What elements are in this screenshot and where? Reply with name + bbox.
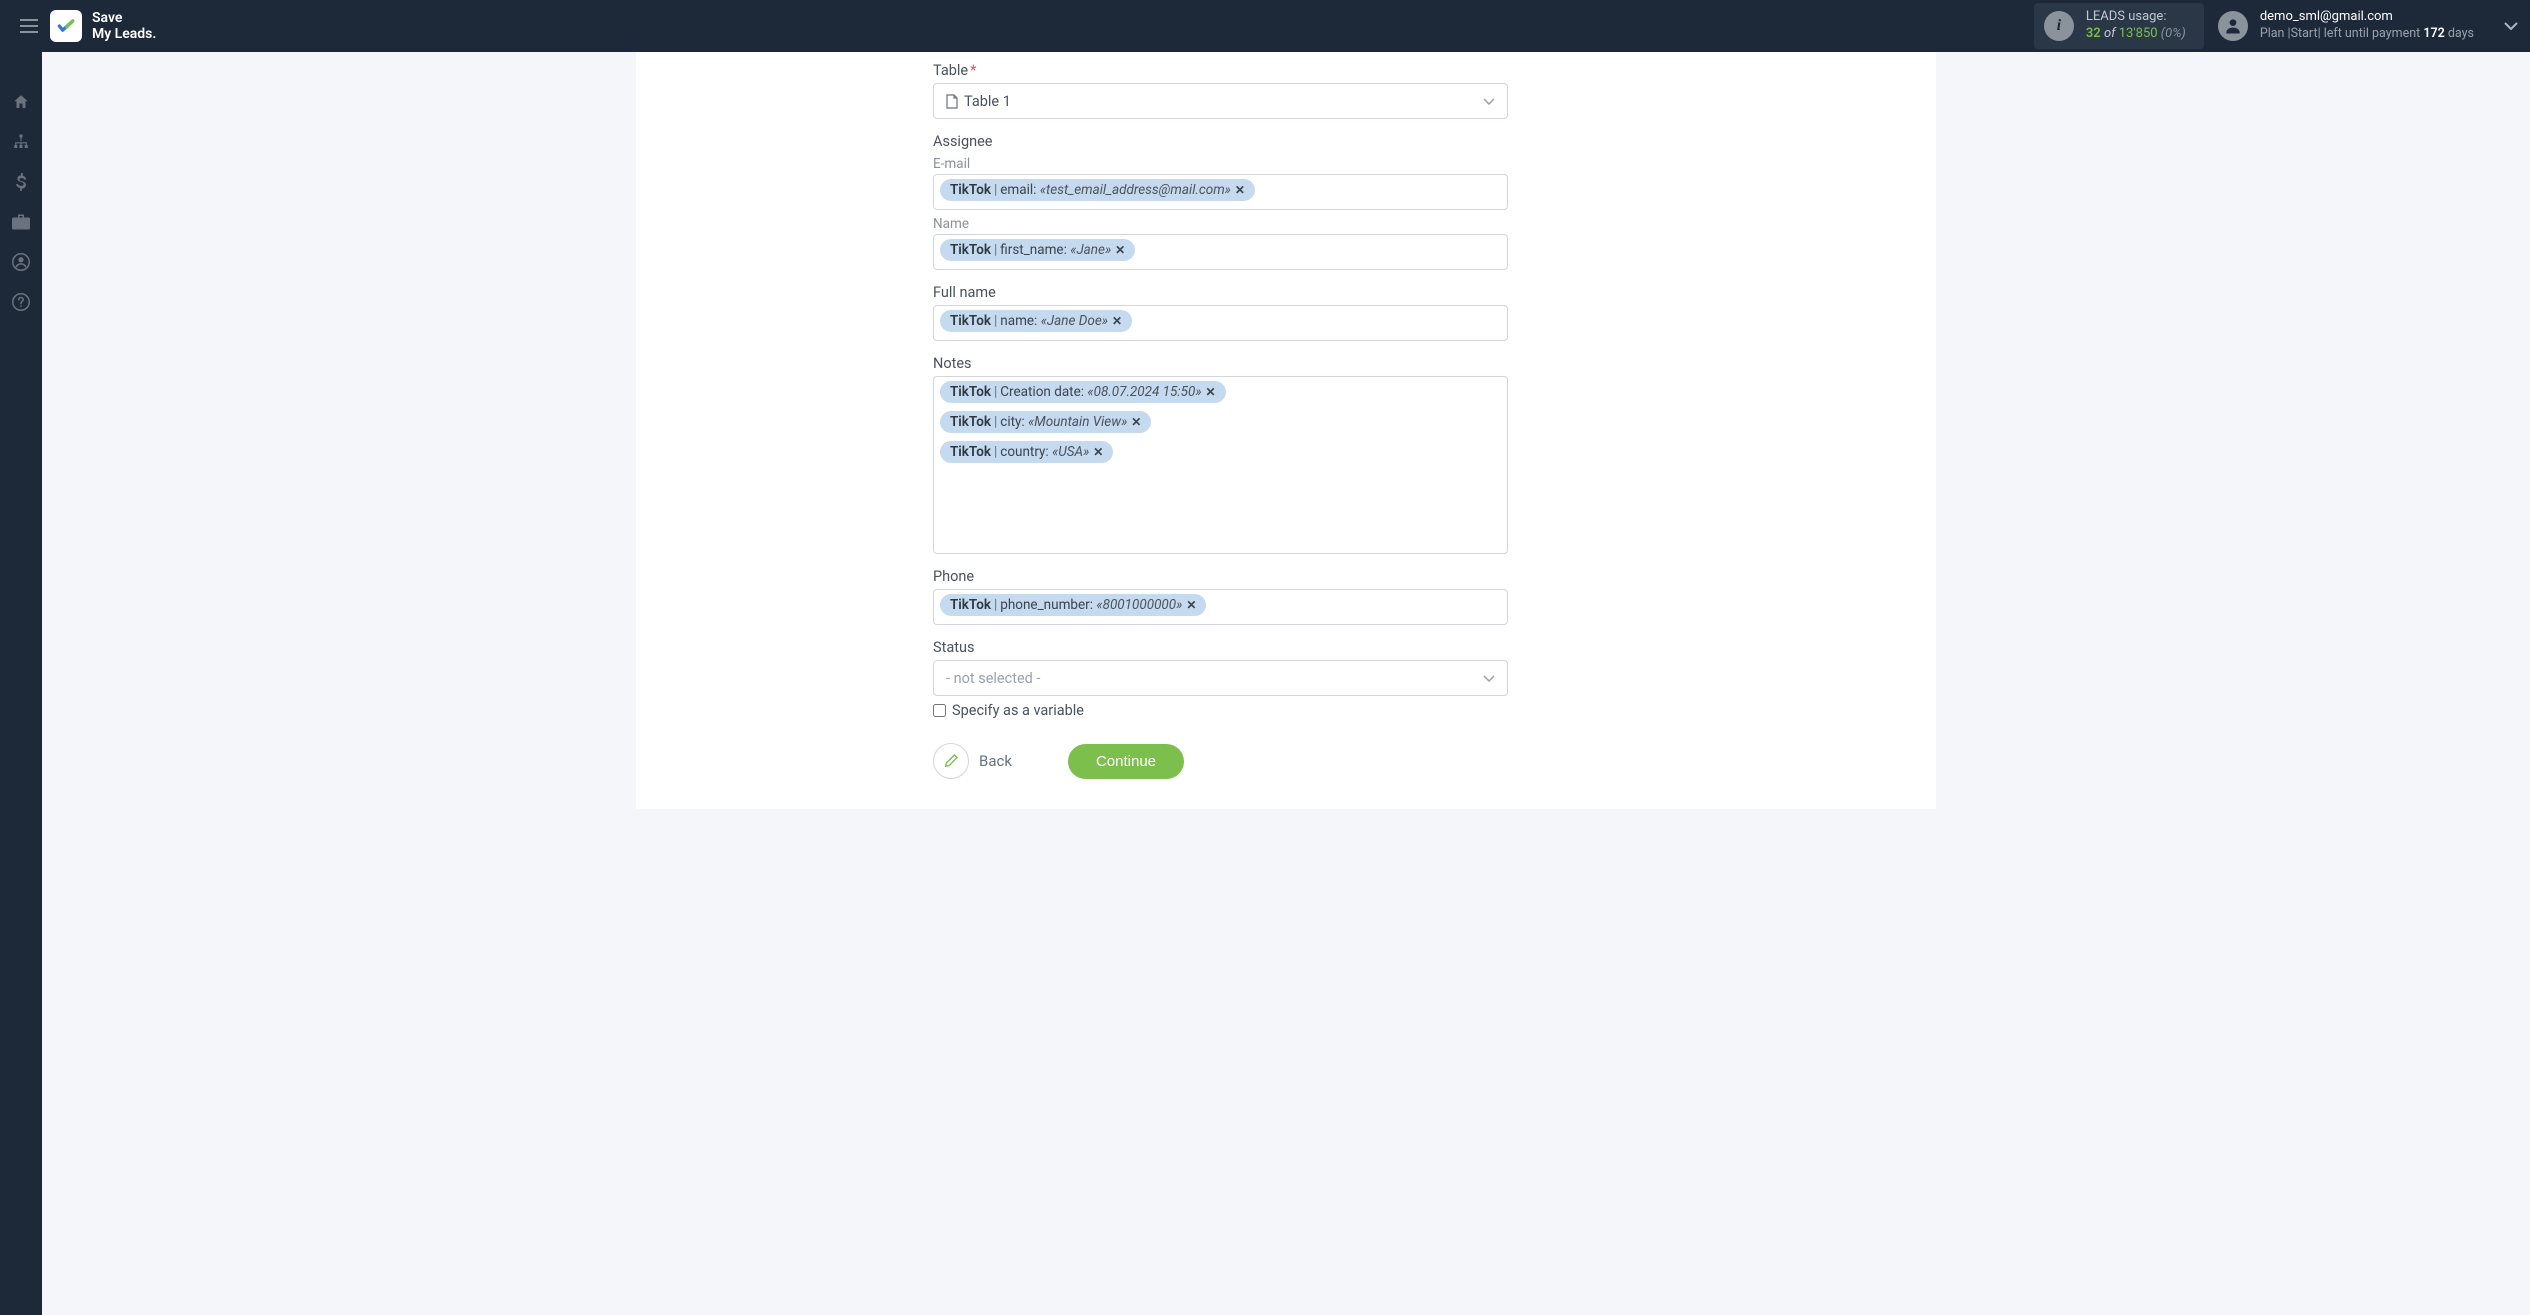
table-value: Table 1 [964, 93, 1011, 110]
status-placeholder: - not selected - [946, 670, 1040, 687]
leads-usage-box[interactable]: i LEADS usage: 32 of 13'850 (0%) [2034, 3, 2204, 49]
chevron-down-icon [2504, 22, 2518, 30]
notes-tag-0[interactable]: TikTok| Creation date: «08.07.2024 15:50… [940, 381, 1226, 403]
chevron-down-icon [1483, 675, 1495, 682]
assignee-label: Assignee [933, 133, 1508, 150]
notes-tag-1[interactable]: TikTok| city: «Mountain View» ✕ [940, 411, 1151, 433]
phone-label: Phone [933, 568, 1508, 585]
sidebar-item-briefcase[interactable] [0, 202, 42, 242]
notes-tag-2[interactable]: TikTok| country: «USA» ✕ [940, 441, 1113, 463]
edit-icon [933, 743, 969, 779]
status-label: Status [933, 639, 1508, 656]
remove-tag-icon[interactable]: ✕ [1115, 243, 1125, 257]
remove-tag-icon[interactable]: ✕ [1186, 598, 1196, 612]
sidebar [0, 52, 42, 1315]
chevron-down-icon [1483, 98, 1495, 105]
info-icon: i [2044, 11, 2074, 41]
remove-tag-icon[interactable]: ✕ [1235, 183, 1245, 197]
sidebar-item-home[interactable] [0, 82, 42, 122]
fullname-tag[interactable]: TikTok| name: «Jane Doe» ✕ [940, 310, 1132, 332]
email-label: E-mail [933, 156, 1508, 172]
sidebar-item-billing[interactable] [0, 162, 42, 202]
user-plan: Plan |Start| left until payment 172 days [2260, 26, 2474, 42]
app-header: Save My Leads. i LEADS usage: 32 of 13'8… [0, 0, 2530, 52]
usage-label: LEADS usage: [2086, 9, 2186, 26]
table-select[interactable]: Table 1 [933, 83, 1508, 119]
sidebar-item-integrations[interactable] [0, 122, 42, 162]
user-email: demo_sml@gmail.com [2260, 9, 2474, 26]
phone-input[interactable]: TikTok| phone_number: «8001000000» ✕ [933, 589, 1508, 625]
remove-tag-icon[interactable]: ✕ [1093, 445, 1103, 459]
email-input[interactable]: TikTok| email: «test_email_address@mail.… [933, 174, 1508, 210]
file-icon [946, 94, 958, 109]
name-input[interactable]: TikTok| first_name: «Jane» ✕ [933, 234, 1508, 270]
remove-tag-icon[interactable]: ✕ [1112, 314, 1122, 328]
app-logo[interactable] [50, 10, 82, 42]
notes-input[interactable]: TikTok| Creation date: «08.07.2024 15:50… [933, 376, 1508, 554]
back-button[interactable]: Back [933, 743, 1012, 779]
specify-variable-checkbox[interactable]: Specify as a variable [933, 702, 1508, 719]
hamburger-icon[interactable] [12, 19, 46, 33]
phone-tag[interactable]: TikTok| phone_number: «8001000000» ✕ [940, 594, 1206, 616]
usage-used: 32 [2086, 26, 2101, 41]
avatar-icon [2218, 11, 2248, 41]
sidebar-item-account[interactable] [0, 242, 42, 282]
name-label: Name [933, 216, 1508, 232]
user-menu[interactable]: demo_sml@gmail.com Plan |Start| left unt… [2218, 9, 2518, 42]
name-tag[interactable]: TikTok| first_name: «Jane» ✕ [940, 239, 1135, 261]
continue-button[interactable]: Continue [1068, 744, 1184, 779]
remove-tag-icon[interactable]: ✕ [1131, 415, 1141, 429]
fullname-label: Full name [933, 284, 1508, 301]
main-content: Table* Table 1 Assignee E-mail [42, 52, 2530, 809]
specify-checkbox-input[interactable] [933, 704, 946, 717]
notes-label: Notes [933, 355, 1508, 372]
remove-tag-icon[interactable]: ✕ [1206, 385, 1216, 399]
status-select[interactable]: - not selected - [933, 660, 1508, 696]
table-label: Table* [933, 62, 1508, 79]
email-tag[interactable]: TikTok| email: «test_email_address@mail.… [940, 179, 1255, 201]
sidebar-item-help[interactable] [0, 282, 42, 322]
fullname-input[interactable]: TikTok| name: «Jane Doe» ✕ [933, 305, 1508, 341]
app-name: Save My Leads. [92, 10, 156, 42]
